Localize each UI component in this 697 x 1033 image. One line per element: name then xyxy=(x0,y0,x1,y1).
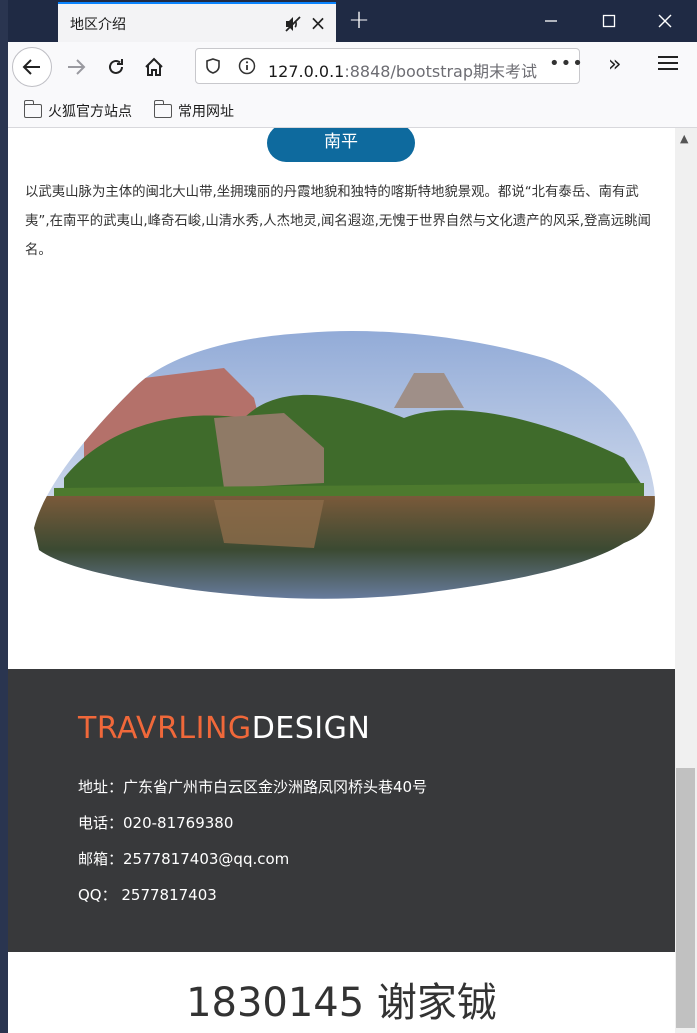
bookmark-label: 常用网址 xyxy=(178,104,234,120)
mute-icon[interactable] xyxy=(284,15,302,33)
reload-icon xyxy=(109,59,123,74)
footer-qq: QQ： 2577817403 xyxy=(78,886,217,904)
minimize-icon[interactable] xyxy=(536,6,566,36)
back-button[interactable] xyxy=(12,47,52,87)
landscape-photo xyxy=(34,330,655,599)
reload-button[interactable] xyxy=(98,49,134,85)
home-icon xyxy=(145,57,163,76)
shield-icon[interactable] xyxy=(204,57,222,75)
city-button[interactable]: 南平 xyxy=(267,128,415,162)
region-intro-text: 以武夷山脉为主体的闽北大山带,坐拥瑰丽的丹霞地貌和独特的喀斯特地貌景观。都说“北… xyxy=(25,185,651,258)
scroll-up-icon[interactable]: ▲ xyxy=(680,132,688,145)
folder-icon xyxy=(153,100,172,118)
page-content: 南平 以武夷山脉为主体的闽北大山带,坐拥瑰丽的丹霞地貌和独特的喀斯特地貌景观。都… xyxy=(8,128,675,1033)
forward-button[interactable] xyxy=(58,49,94,85)
footer-logo[interactable]: TRAVRLINGDESIGN xyxy=(78,711,370,746)
footer-phone: 电话：020-81769380 xyxy=(78,814,234,832)
bookmarks-toolbar: 火狐官方站点 常用网址 xyxy=(8,92,697,128)
hamburger-menu-icon[interactable] xyxy=(658,52,678,74)
folder-icon xyxy=(23,100,42,118)
page-actions-button[interactable]: ••• xyxy=(549,53,584,74)
overflow-menu-button[interactable]: » xyxy=(608,52,621,77)
home-button[interactable] xyxy=(136,49,172,85)
student-signature: 1830145 谢家铖 xyxy=(186,980,497,1026)
page-scrollbar[interactable]: ▲ xyxy=(675,128,697,1033)
navigation-toolbar: 127.0.0.1:8848/bootstrap期末考试 ••• » xyxy=(8,42,697,92)
bookmark-label: 火狐官方站点 xyxy=(48,104,132,120)
tab-title: 地区介绍 xyxy=(70,17,126,33)
background-window-edge xyxy=(0,0,8,1033)
arrow-left-icon xyxy=(22,59,40,75)
url-bar[interactable]: 127.0.0.1:8848/bootstrap期末考试 ••• xyxy=(195,48,583,84)
maximize-icon[interactable] xyxy=(594,6,624,36)
url-text[interactable]: 127.0.0.1:8848/bootstrap期末考试 xyxy=(268,58,538,82)
footer-address: 地址：广东省广州市白云区金沙洲路凤冈桥头巷40号 xyxy=(78,778,428,796)
footer-email: 邮箱：2577817403@qq.com xyxy=(78,850,290,868)
site-footer: TRAVRLINGDESIGN 地址：广东省广州市白云区金沙洲路凤冈桥头巷40号… xyxy=(8,669,675,952)
new-tab-button[interactable]: + xyxy=(346,7,372,34)
bookmark-folder-firefox[interactable]: 火狐官方站点 xyxy=(23,100,132,121)
bookmark-folder-common[interactable]: 常用网址 xyxy=(153,100,234,121)
info-icon[interactable] xyxy=(238,57,256,75)
arrow-right-icon xyxy=(68,59,86,75)
tab-close-button[interactable]: × xyxy=(308,13,328,33)
close-icon[interactable] xyxy=(650,6,680,36)
scrollbar-thumb[interactable] xyxy=(676,768,695,1028)
tab-active[interactable]: 地区介绍 × xyxy=(58,2,336,42)
